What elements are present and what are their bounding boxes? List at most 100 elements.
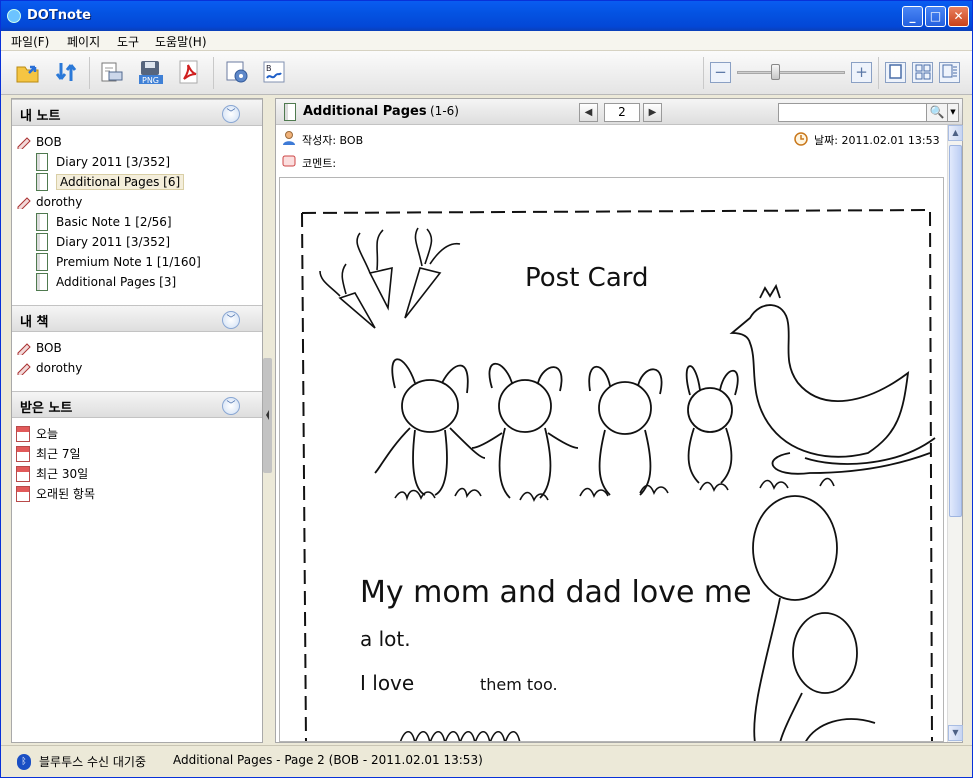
book-label: dorothy <box>36 361 83 375</box>
pen-icon <box>17 343 31 355</box>
sync-icon[interactable] <box>53 59 79 85</box>
panel-splitter[interactable] <box>263 358 272 473</box>
print-setup-icon[interactable] <box>99 59 125 85</box>
duck-drawing <box>729 283 936 475</box>
menu-page[interactable]: 페이지 <box>67 33 100 50</box>
book-label: BOB <box>36 341 62 355</box>
export-pdf-icon[interactable] <box>176 59 202 85</box>
search-dropdown-icon[interactable]: ▼ <box>947 103 959 122</box>
bluetooth-icon: ᛒ <box>17 754 31 770</box>
single-page-view-icon[interactable] <box>885 62 906 83</box>
close-button[interactable]: ✕ <box>948 6 969 27</box>
received-notes-title: 받은 노트 <box>20 401 73 416</box>
handwriting-line-3b: them too. <box>480 675 558 694</box>
received-item-old[interactable]: 오래된 항목 <box>12 484 95 504</box>
pen-icon <box>17 137 31 149</box>
png-label: PNG <box>142 76 159 85</box>
received-item-today[interactable]: 오늘 <box>12 424 58 444</box>
toolbar: PNG B − + <box>1 51 972 95</box>
bluetooth-status: 블루투스 수신 대기중 <box>39 755 146 769</box>
book-item-dorothy[interactable]: dorothy <box>12 358 82 378</box>
note-owner-dorothy[interactable]: dorothy <box>12 192 82 212</box>
balloons-drawing <box>752 495 876 741</box>
received-label: 오래된 항목 <box>36 487 96 501</box>
note-page[interactable]: Post Card My mom and dad love me a lot. … <box>279 177 944 742</box>
menu-tools[interactable]: 도구 <box>117 33 139 50</box>
carrots-drawing <box>319 227 461 329</box>
zoom-in-button[interactable]: + <box>851 62 872 83</box>
note-item[interactable]: Diary 2011 [3/352] <box>36 232 170 252</box>
book-item-bob[interactable]: BOB <box>12 338 62 358</box>
pen-icon <box>17 363 31 375</box>
app-window: DOTnote _ □ ✕ 파일(F) 페이지 도구 도움말(H) PNG B … <box>0 0 973 778</box>
page-info-status: Additional Pages - Page 2 (BOB - 2011.02… <box>173 753 483 767</box>
note-item[interactable]: Basic Note 1 [2/56] <box>36 212 172 232</box>
page-settings-icon[interactable] <box>224 59 250 85</box>
scroll-thumb[interactable] <box>949 145 962 517</box>
status-bar: ᛒ 블루투스 수신 대기중 Additional Pages - Page 2 … <box>1 745 972 777</box>
chevron-down-icon[interactable]: ﹀ <box>222 311 240 329</box>
zoom-out-button[interactable]: − <box>710 62 731 83</box>
zoom-slider-thumb[interactable] <box>771 64 781 80</box>
menu-file[interactable]: 파일(F) <box>11 33 49 50</box>
note-item[interactable]: Additional Pages [3] <box>36 272 176 292</box>
viewer-header: Additional Pages (1-6) ◀ 2 ▶ 🔍 ▼ <box>276 99 962 125</box>
chevron-down-icon[interactable]: ﹀ <box>222 105 240 123</box>
note-owner-bob[interactable]: BOB <box>12 132 62 152</box>
note-item[interactable]: Diary 2011 [3/352] <box>36 152 170 172</box>
save-png-icon[interactable]: PNG <box>138 59 164 85</box>
grid-view-icon[interactable] <box>912 62 933 83</box>
author-label: 작성자: BOB <box>302 134 364 147</box>
maximize-button[interactable]: □ <box>925 6 946 27</box>
owner-label: BOB <box>36 135 62 149</box>
notebook-icon <box>36 273 48 291</box>
app-icon[interactable] <box>7 9 21 23</box>
received-item-30days[interactable]: 최근 30일 <box>12 464 88 484</box>
owner-label: dorothy <box>36 195 83 209</box>
note-viewer: Additional Pages (1-6) ◀ 2 ▶ 🔍 ▼ 작성자: BO… <box>275 98 963 743</box>
chevron-down-icon[interactable]: ﹀ <box>222 397 240 415</box>
note-label: Basic Note 1 [2/56] <box>56 215 172 229</box>
received-label: 최근 7일 <box>36 447 81 461</box>
window-title: DOTnote <box>27 8 91 23</box>
handwriting-line-1: My mom and dad love me <box>360 575 752 610</box>
received-item-7days[interactable]: 최근 7일 <box>12 444 81 464</box>
bunnies-drawing <box>374 358 739 499</box>
my-notes-header[interactable]: 내 노트 ﹀ <box>12 99 262 126</box>
prev-page-button[interactable]: ◀ <box>579 103 598 122</box>
note-item-selected[interactable]: Additional Pages [6] <box>36 172 185 192</box>
sidebar: 내 노트 ﹀ BOB Diary 2011 [3/352] Additional… <box>11 98 263 743</box>
scroll-down-button[interactable]: ▼ <box>948 725 963 741</box>
signature-icon[interactable]: B <box>261 59 287 85</box>
pen-icon <box>17 197 31 209</box>
notebook-icon <box>284 103 296 121</box>
my-books-header[interactable]: 내 책 ﹀ <box>12 305 262 332</box>
flowers-drawing <box>399 730 521 741</box>
note-item[interactable]: Premium Note 1 [1/160] <box>36 252 201 272</box>
calendar-icon <box>16 446 30 462</box>
open-folder-icon[interactable] <box>15 59 41 85</box>
search-icon[interactable]: 🔍 <box>926 103 948 122</box>
scroll-up-button[interactable]: ▲ <box>948 125 963 141</box>
notebook-icon <box>36 173 48 191</box>
grass-drawing <box>394 477 835 502</box>
date-label: 날짜: 2011.02.01 13:53 <box>814 134 940 147</box>
menu-help[interactable]: 도움말(H) <box>155 33 207 50</box>
vertical-scrollbar[interactable]: ▲ ▼ <box>947 125 963 742</box>
page-range: (1-6) <box>430 104 459 118</box>
my-books-title: 내 책 <box>20 315 49 330</box>
calendar-icon <box>16 426 30 442</box>
note-title: Additional Pages <box>303 104 427 119</box>
received-label: 최근 30일 <box>36 467 89 481</box>
title-bar[interactable]: DOTnote _ □ ✕ <box>1 1 972 31</box>
list-view-icon[interactable] <box>939 62 960 83</box>
zoom-slider-track[interactable] <box>737 71 845 74</box>
svg-text:B: B <box>266 64 272 73</box>
search-input[interactable] <box>778 103 928 122</box>
minimize-button[interactable]: _ <box>902 6 923 27</box>
page-number-input[interactable]: 2 <box>604 103 640 122</box>
received-notes-header[interactable]: 받은 노트 ﹀ <box>12 391 262 418</box>
handwriting-line-2: a lot. <box>360 627 411 651</box>
calendar-icon <box>16 486 30 502</box>
next-page-button[interactable]: ▶ <box>643 103 662 122</box>
